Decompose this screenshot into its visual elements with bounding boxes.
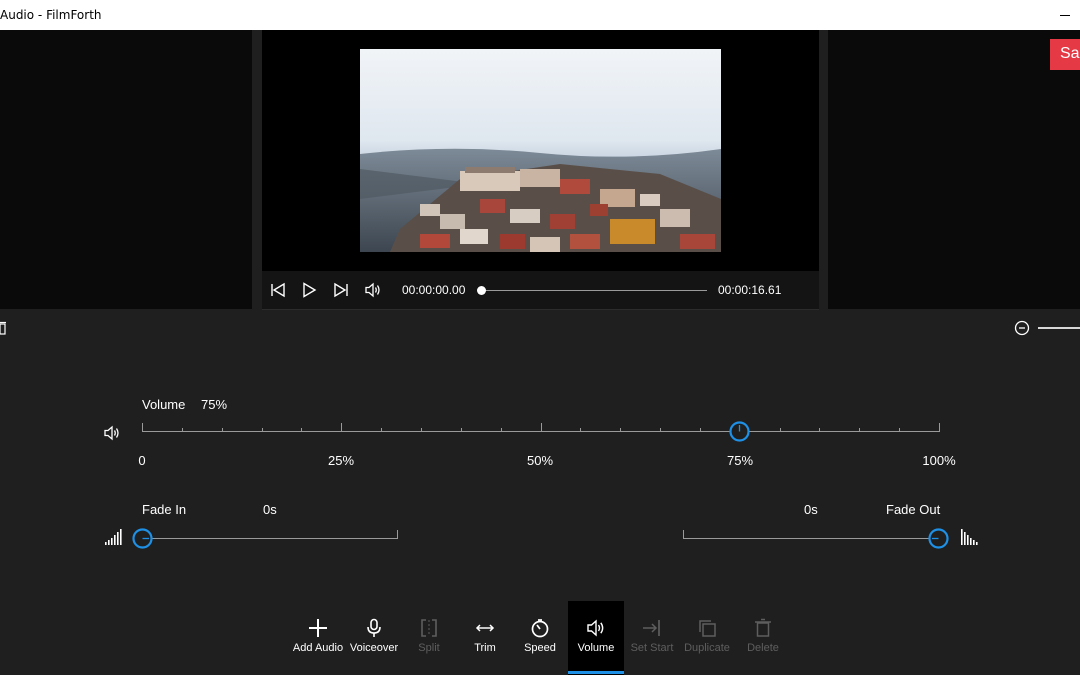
volume-tick [142, 423, 143, 432]
trash-icon [755, 618, 771, 637]
volume-tick [939, 423, 940, 432]
zoom-out-icon[interactable] [1014, 320, 1030, 336]
volume-tick-label: 0 [138, 453, 146, 468]
fade-out-icon [960, 528, 978, 546]
skip-back-icon[interactable] [268, 280, 288, 300]
divider [262, 309, 819, 310]
volume-tick [899, 428, 900, 432]
volume-value: 75% [201, 397, 228, 412]
voiceover-button[interactable]: Voiceover [346, 601, 402, 675]
set-start-button[interactable]: Set Start [624, 601, 680, 675]
play-icon[interactable] [299, 280, 319, 300]
volume-tick [381, 428, 382, 432]
fade-out-slider-thumb[interactable] [928, 528, 949, 549]
volume-tick [660, 428, 661, 432]
volume-tick [262, 428, 263, 432]
volume-tick [222, 428, 223, 432]
plus-icon [309, 619, 327, 637]
volume-tick [859, 428, 860, 432]
fade-in-label: Fade In [142, 502, 187, 517]
trim-icon [475, 624, 495, 632]
window-title: Audio - FilmForth [0, 8, 102, 22]
split-button[interactable]: Split [401, 601, 457, 675]
set-start-icon [643, 620, 660, 636]
skip-forward-icon[interactable] [331, 280, 351, 300]
app-window: Audio - FilmForth Sa 00:00:00.00 00:00:1… [0, 0, 1080, 675]
volume-speaker-icon [103, 424, 121, 442]
timeline-trash-icon[interactable] [0, 320, 8, 336]
preview-side-left [0, 30, 252, 309]
microphone-icon [367, 618, 381, 637]
seek-track[interactable] [481, 290, 707, 291]
title-bar: Audio - FilmForth [0, 0, 1080, 30]
volume-tick-label: 75% [726, 453, 754, 468]
volume-tick [182, 428, 183, 432]
speaker-icon [587, 619, 604, 637]
volume-slider-thumb[interactable] [729, 421, 750, 442]
current-time: 00:00:00.00 [402, 283, 466, 297]
player-volume-icon[interactable] [363, 280, 383, 300]
volume-tick [421, 428, 422, 432]
volume-tick [341, 423, 342, 432]
save-button[interactable]: Sa [1050, 39, 1080, 70]
volume-tick-label: 50% [526, 453, 554, 468]
volume-tick-label: 25% [327, 453, 355, 468]
tool-label: Delete [747, 642, 779, 654]
volume-tick [819, 428, 820, 432]
volume-tick [700, 428, 701, 432]
preview-side-right [828, 30, 1080, 309]
volume-tick [461, 428, 462, 432]
delete-button[interactable]: Delete [735, 601, 791, 675]
minimize-icon[interactable] [1058, 6, 1072, 24]
volume-tick [541, 423, 542, 432]
video-thumbnail [360, 49, 721, 252]
volume-tick [780, 428, 781, 432]
player-controls: 00:00:00.00 00:00:16.61 [262, 271, 819, 309]
edit-toolbar: Add Audio Voiceover Split Trim Speed Vol… [290, 601, 792, 675]
fade-out-value: 0s [804, 502, 818, 517]
fade-out-slider-track[interactable] [683, 538, 939, 539]
fade-in-slider-end [397, 530, 398, 539]
fade-in-slider-thumb[interactable] [132, 528, 153, 549]
volume-tick [580, 428, 581, 432]
volume-tick-label: 100% [922, 453, 956, 468]
speed-button[interactable]: Speed [512, 601, 568, 675]
volume-button[interactable]: Volume [568, 601, 624, 675]
fade-in-icon [104, 528, 122, 546]
fade-out-label: Fade Out [886, 502, 941, 517]
zoom-slider[interactable] [1038, 327, 1080, 329]
volume-tick [501, 428, 502, 432]
fade-in-slider-track[interactable] [142, 538, 397, 539]
volume-label: Volume [142, 397, 186, 412]
speed-icon [531, 619, 549, 638]
seek-thumb[interactable] [476, 286, 486, 295]
trim-button[interactable]: Trim [457, 601, 513, 675]
duplicate-icon [699, 620, 716, 637]
video-frame [360, 49, 721, 252]
fade-in-value: 0s [263, 502, 277, 517]
volume-tick [620, 428, 621, 432]
add-audio-button[interactable]: Add Audio [290, 601, 346, 675]
end-time: 00:00:16.61 [718, 283, 782, 297]
split-icon [421, 619, 437, 637]
duplicate-button[interactable]: Duplicate [679, 601, 735, 675]
volume-tick [301, 428, 302, 432]
